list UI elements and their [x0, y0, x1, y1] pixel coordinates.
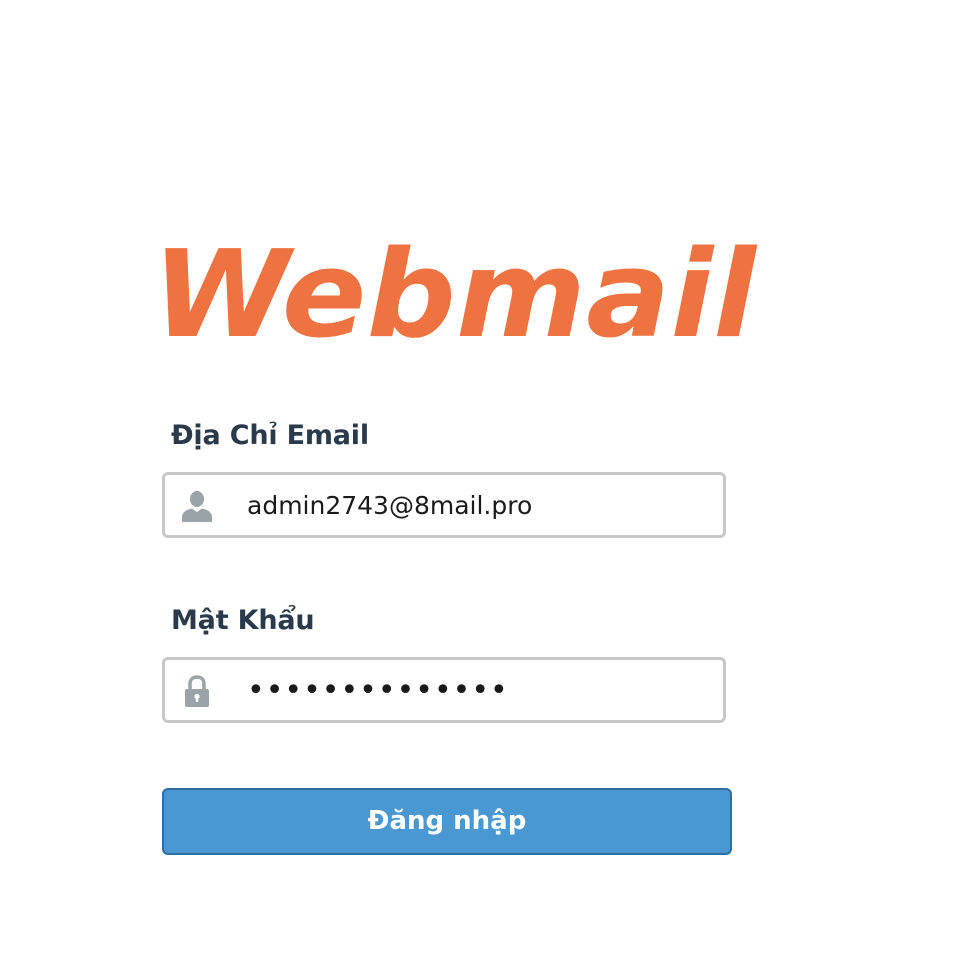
login-button[interactable]: Đăng nhập	[162, 788, 732, 855]
webmail-logo-text: Webmail	[152, 232, 758, 344]
password-input[interactable]	[247, 660, 707, 720]
password-label: Mật Khẩu	[171, 605, 315, 636]
user-icon	[182, 491, 212, 522]
password-field[interactable]	[162, 657, 726, 723]
lock-icon	[185, 675, 209, 707]
webmail-logo: Webmail	[152, 232, 758, 344]
email-label: Địa Chỉ Email	[171, 420, 369, 451]
email-field[interactable]	[162, 472, 726, 538]
email-input[interactable]	[247, 475, 707, 535]
